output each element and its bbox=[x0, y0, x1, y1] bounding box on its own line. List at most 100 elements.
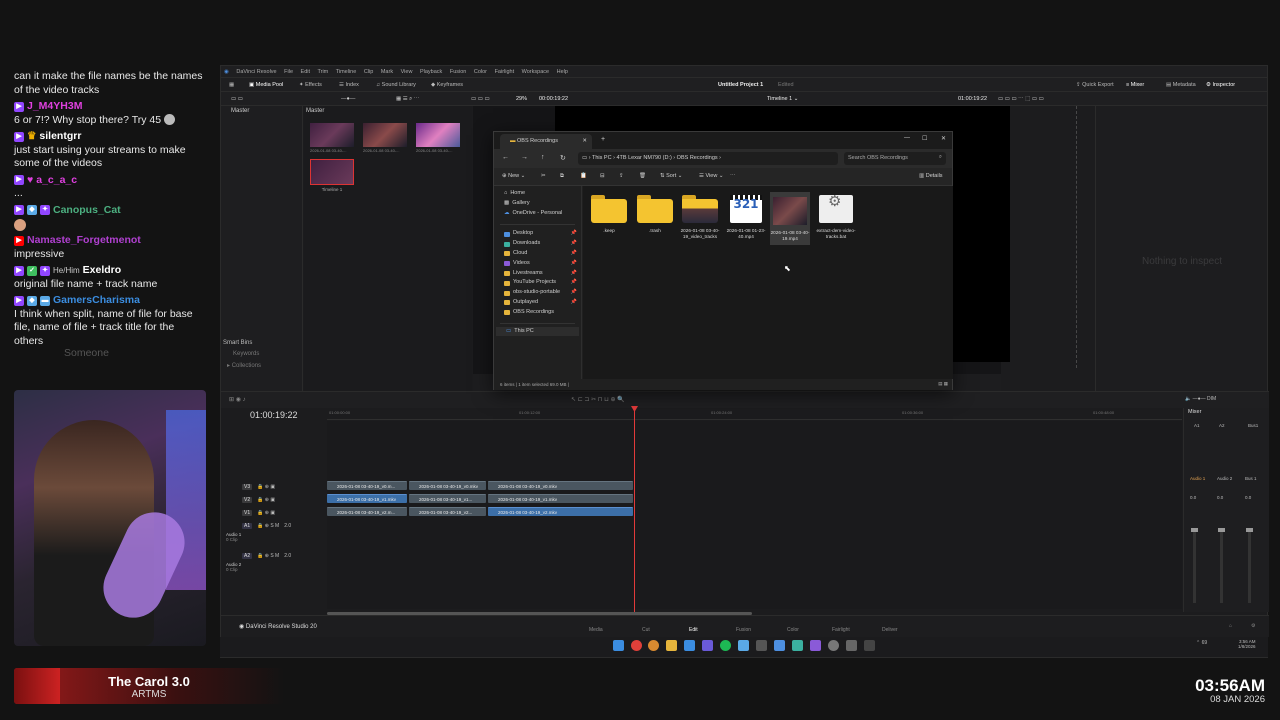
app-icon[interactable] bbox=[684, 640, 695, 651]
nav-desktop[interactable]: Desktop 📌 bbox=[494, 229, 581, 239]
nav-onedrive[interactable]: ☁ OneDrive - Personal bbox=[494, 209, 581, 219]
page-tab-edit[interactable]: Edit bbox=[689, 627, 698, 633]
sort-button[interactable]: ⇅ Sort ⌄ bbox=[660, 173, 682, 179]
media-clip-thumbnail[interactable] bbox=[310, 123, 354, 147]
file-item[interactable]: 2026-01-08 03-40-19_video_tracks bbox=[680, 195, 720, 239]
media-clip-thumbnail[interactable] bbox=[416, 123, 460, 147]
menu-item[interactable]: Trim bbox=[317, 69, 328, 75]
menu-item[interactable]: Help bbox=[557, 69, 568, 75]
viewer-mode-icons[interactable]: ▭ ▭ ▭ bbox=[471, 92, 490, 106]
nav-downloads[interactable]: Downloads 📌 bbox=[494, 239, 581, 249]
page-tab-cut[interactable]: Cut bbox=[642, 627, 650, 633]
file-item[interactable]: .trash bbox=[635, 195, 675, 234]
menu-item[interactable]: Clip bbox=[364, 69, 373, 75]
search-box[interactable]: Search OBS Recordings ⌕ bbox=[844, 152, 946, 165]
paste-icon[interactable]: 📋 bbox=[580, 173, 587, 179]
view-mode-icons[interactable]: ▤ ▦ bbox=[938, 381, 948, 387]
explorer-tab[interactable]: ▬ OBS Recordings ✕ bbox=[500, 134, 592, 149]
smart-bin-collections[interactable]: ▸ Collections bbox=[227, 362, 261, 369]
nav-obs-portable[interactable]: obs-studio-portable 📌 bbox=[494, 288, 581, 298]
fader-track[interactable] bbox=[1218, 528, 1225, 603]
refresh-icon[interactable]: ↻ bbox=[560, 154, 566, 162]
nav-videos[interactable]: Videos 📌 bbox=[494, 259, 581, 269]
app-icon[interactable] bbox=[738, 640, 749, 651]
timeline-clip[interactable]: 2026-01-08 03-40-19_v2.m... bbox=[327, 507, 407, 516]
close-window-icon[interactable]: ✕ bbox=[941, 135, 946, 142]
file-explorer-icon[interactable] bbox=[666, 640, 677, 651]
minimize-icon[interactable]: — bbox=[904, 135, 910, 141]
menu-item[interactable]: Fairlight bbox=[495, 69, 515, 75]
media-pool-button[interactable]: ▣ Media Pool bbox=[249, 78, 283, 92]
browser-icon[interactable] bbox=[648, 640, 659, 651]
app-icon[interactable] bbox=[792, 640, 803, 651]
track-controls-icons[interactable]: 🔒 ⊕ S M bbox=[257, 523, 279, 529]
menu-item[interactable]: Playback bbox=[420, 69, 442, 75]
timeline-ruler[interactable]: 01:00:00:00 01:00:12:00 01:00:24:00 01:0… bbox=[327, 408, 1182, 420]
track-id[interactable]: V3 bbox=[242, 483, 253, 490]
index-button[interactable]: ☰ Index bbox=[339, 78, 359, 92]
menu-item[interactable]: Edit bbox=[301, 69, 310, 75]
page-tab-color[interactable]: Color bbox=[787, 627, 799, 633]
nav-obs-recordings[interactable]: OBS Recordings bbox=[494, 308, 581, 318]
nav-gallery[interactable]: ▩ Gallery bbox=[494, 199, 581, 209]
nav-cloud[interactable]: Cloud 📌 bbox=[494, 249, 581, 259]
keyframes-button[interactable]: ◆ Keyframes bbox=[431, 78, 463, 92]
view-button[interactable]: ☰ View ⌄ bbox=[699, 173, 723, 179]
quick-export-button[interactable]: ⇪ Quick Export bbox=[1076, 78, 1114, 92]
nav-livestreams[interactable]: Livestreams 📌 bbox=[494, 269, 581, 279]
share-icon[interactable]: ⇪ bbox=[619, 173, 624, 179]
bin-master[interactable]: Master bbox=[221, 106, 302, 116]
viewer-options-icons[interactable]: ▭ ▭ ▭ ⋯ ⬚ ▭ ▭ bbox=[998, 92, 1044, 106]
timeline-clip[interactable]: 2026-01-08 03-40-19_v2.mkv bbox=[488, 507, 633, 516]
menu-item[interactable]: Timeline bbox=[336, 69, 357, 75]
menu-item[interactable]: DaVinci Resolve bbox=[236, 69, 276, 75]
playhead[interactable] bbox=[634, 408, 635, 613]
davinci-icon[interactable] bbox=[864, 640, 875, 651]
track-id[interactable]: V1 bbox=[242, 509, 253, 516]
forward-icon[interactable]: → bbox=[521, 154, 528, 161]
view-icons[interactable]: ▭ ▭ bbox=[231, 92, 243, 106]
nav-this-pc[interactable]: ▭ This PC bbox=[496, 326, 579, 337]
inspector-button[interactable]: ⚙ Inspector bbox=[1206, 78, 1235, 92]
file-item[interactable]: ⚙ extract-dem-video-tracks.bat bbox=[816, 195, 856, 239]
panel-toggle-icon[interactable]: ▦ bbox=[229, 78, 234, 92]
breadcrumb-item[interactable]: 4TB Lexar NM790 (D:) bbox=[616, 155, 671, 161]
timeline-clip[interactable]: 2026-01-08 03-40-19_v1.mkv bbox=[488, 494, 633, 503]
file-item[interactable]: 321 2026-01-08 01-23-40.mp4 bbox=[726, 195, 766, 239]
app-icon[interactable] bbox=[756, 640, 767, 651]
track-id[interactable]: A1 bbox=[242, 522, 253, 529]
new-button[interactable]: ⊕ New ⌄ bbox=[502, 173, 525, 179]
cut-icon[interactable]: ✂ bbox=[541, 173, 546, 179]
metadata-button[interactable]: ▤ Metadata bbox=[1166, 78, 1196, 92]
track-id[interactable]: V2 bbox=[242, 496, 253, 503]
zoom-level[interactable]: 29% bbox=[516, 92, 527, 106]
app-icon[interactable] bbox=[846, 640, 857, 651]
dim-button[interactable]: 🔈 —●— DIM bbox=[1185, 396, 1216, 402]
breadcrumb-item[interactable]: This PC bbox=[592, 155, 612, 161]
timeline-clip[interactable]: 2026-01-08 03-40-19_v0.m... bbox=[327, 481, 407, 490]
smart-bin-keywords[interactable]: Keywords bbox=[233, 351, 259, 357]
nav-home[interactable]: ⌂ Home bbox=[494, 189, 581, 199]
menu-item[interactable]: Fusion bbox=[450, 69, 467, 75]
track-controls-icons[interactable]: 🔒 ⊕ ▣ bbox=[257, 497, 275, 503]
file-item-selected[interactable]: 2026-01-08 03-40-19.mp4 bbox=[770, 192, 810, 246]
timeline-clip[interactable]: 2026-01-08 03-40-19_v0.mkv bbox=[488, 481, 633, 490]
settings-icon[interactable]: ⚙ bbox=[1251, 623, 1255, 629]
menu-item[interactable]: Mark bbox=[381, 69, 393, 75]
timeline-thumbnail[interactable] bbox=[310, 159, 354, 185]
obs-icon[interactable] bbox=[828, 640, 839, 651]
menu-item[interactable]: File bbox=[284, 69, 293, 75]
timeline-clip[interactable]: 2026-01-08 03-40-19_v0.mkv bbox=[409, 481, 486, 490]
track-controls-icons[interactable]: 🔒 ⊕ S M bbox=[257, 553, 279, 559]
maximize-icon[interactable]: ☐ bbox=[922, 135, 927, 142]
new-tab-icon[interactable]: + bbox=[601, 136, 605, 143]
app-icon[interactable] bbox=[702, 640, 713, 651]
rename-icon[interactable]: ⊟ bbox=[600, 173, 605, 179]
edit-tools-icons[interactable]: ↖ ⊏ ⊐ ✂ ⊓ ⊔ ⊕ 🔍 bbox=[571, 396, 625, 403]
nav-youtube-projects[interactable]: YouTube Projects 📌 bbox=[494, 278, 581, 288]
home-icon[interactable]: ⌂ bbox=[1229, 623, 1232, 629]
timeline-clip[interactable]: 2026-01-08 03-40-19_v1... bbox=[409, 494, 486, 503]
windows-start-icon[interactable] bbox=[613, 640, 624, 651]
timeline-clip[interactable]: 2026-01-08 03-40-19_v1.mkv bbox=[327, 494, 407, 503]
app-icon[interactable] bbox=[810, 640, 821, 651]
